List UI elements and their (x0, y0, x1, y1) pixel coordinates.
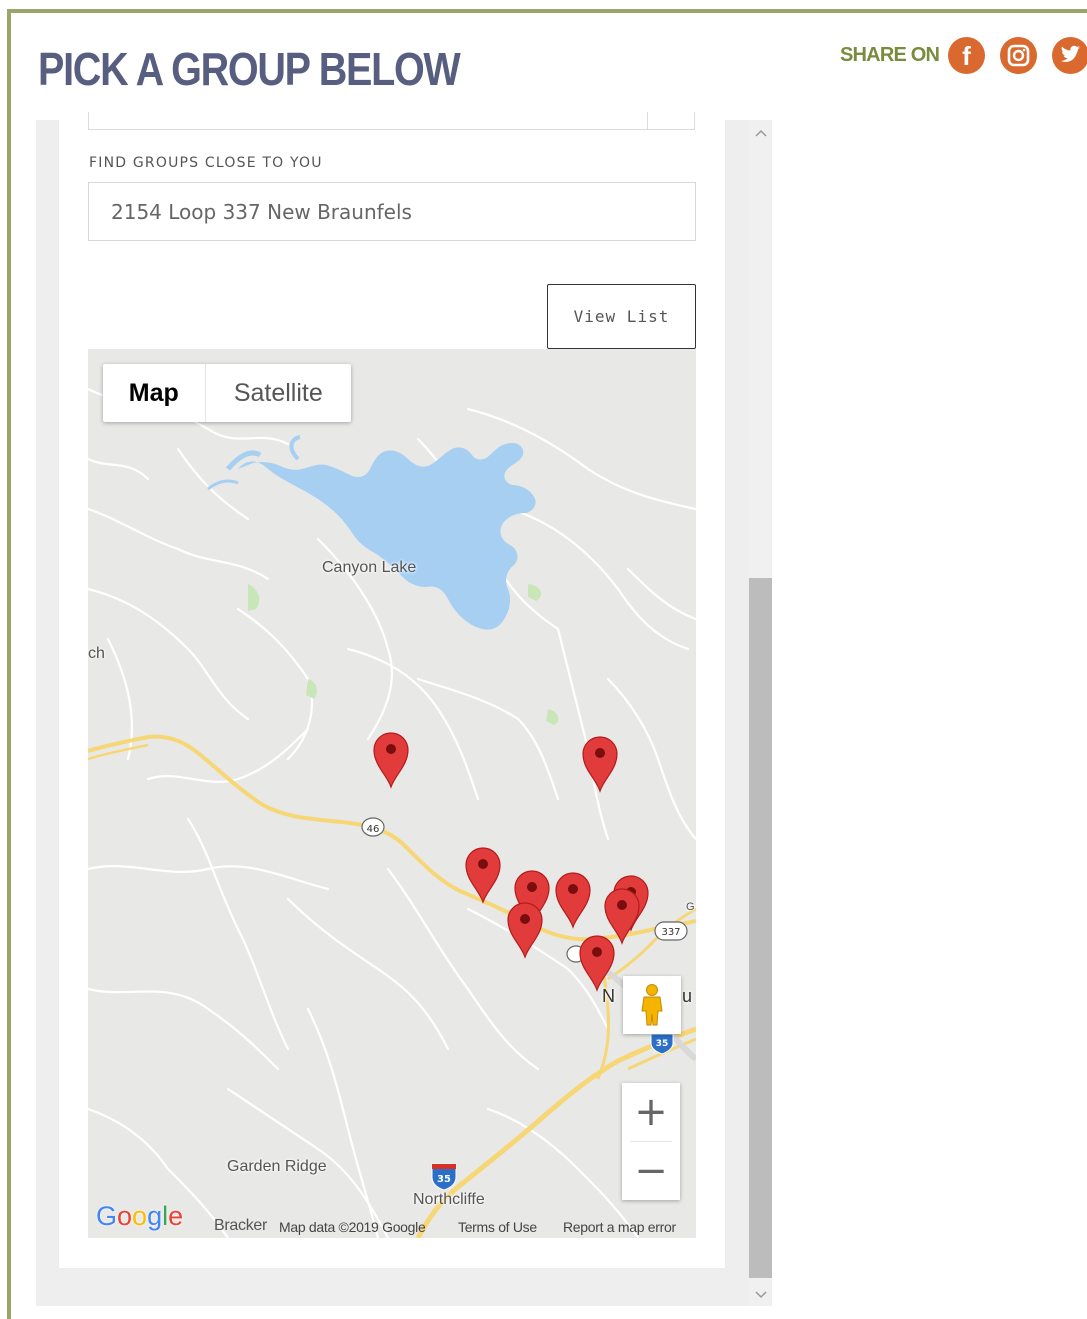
zoom-in-button[interactable]: + (622, 1083, 680, 1141)
new-braunfels-label-right: u (682, 986, 693, 1006)
svg-text:f: f (962, 41, 971, 71)
find-groups-label: FIND GROUPS CLOSE TO YOU (89, 155, 323, 171)
google-logo: Google (96, 1201, 184, 1231)
groups-map[interactable]: 46 337 35 35 Canyon Lake ch Garden Ridge… (88, 349, 696, 1238)
group-marker[interactable] (578, 934, 616, 992)
instagram-icon[interactable] (1000, 37, 1037, 74)
group-marker[interactable] (554, 871, 592, 929)
scrollbar-thumb[interactable] (749, 578, 772, 1278)
select-divider (647, 112, 648, 130)
canyon-lake-water (238, 443, 536, 630)
map-label-bracker: Bracker (214, 1217, 268, 1234)
group-marker[interactable] (464, 846, 502, 904)
address-input[interactable] (88, 182, 696, 241)
garden-ridge-label: Garden Ridge (227, 1158, 327, 1175)
northcliffe-label: Northcliffe (413, 1191, 485, 1208)
canyon-lake-label: Canyon Lake (322, 559, 417, 576)
group-marker[interactable] (372, 731, 410, 789)
map-edge-label: ch (88, 645, 105, 662)
group-marker[interactable] (581, 735, 619, 793)
facebook-icon[interactable]: f (948, 37, 985, 74)
zoom-out-button[interactable]: − (622, 1142, 680, 1200)
zoom-control: + − (622, 1083, 680, 1200)
route-337-label: 337 (661, 927, 680, 938)
route-46-label: 46 (367, 824, 380, 835)
street-view-pegman-icon[interactable] (623, 976, 681, 1034)
scroll-up-arrow-icon[interactable] (749, 122, 772, 144)
page-title: PICK A GROUP BELOW (38, 43, 461, 95)
route-46-shield: 46 (361, 817, 385, 837)
map-edge-label-g: G (686, 901, 695, 913)
terms-of-use-link[interactable]: Terms of Use (458, 1219, 537, 1235)
route-35-label: 35 (656, 1039, 669, 1049)
route-337-shield: 337 (654, 921, 688, 941)
category-select-partial[interactable] (88, 112, 695, 130)
interstate-35-label: 35 (437, 1174, 451, 1185)
interstate-35-shield: 35 (431, 1163, 457, 1191)
map-type-map-button[interactable]: Map (103, 364, 206, 422)
map-type-control: Map Satellite (103, 364, 351, 422)
report-map-error-link[interactable]: Report a map error (563, 1219, 676, 1235)
scroll-down-arrow-icon[interactable] (749, 1284, 772, 1306)
view-list-button[interactable]: View List (547, 284, 696, 349)
group-marker[interactable] (506, 901, 544, 959)
share-label: SHARE ON (840, 44, 940, 66)
map-base-layer: 46 337 35 35 (88, 387, 696, 1238)
map-type-satellite-button[interactable]: Satellite (206, 364, 351, 422)
twitter-icon[interactable] (1052, 37, 1087, 74)
map-data-attribution[interactable]: Map data ©2019 Google (279, 1219, 426, 1235)
